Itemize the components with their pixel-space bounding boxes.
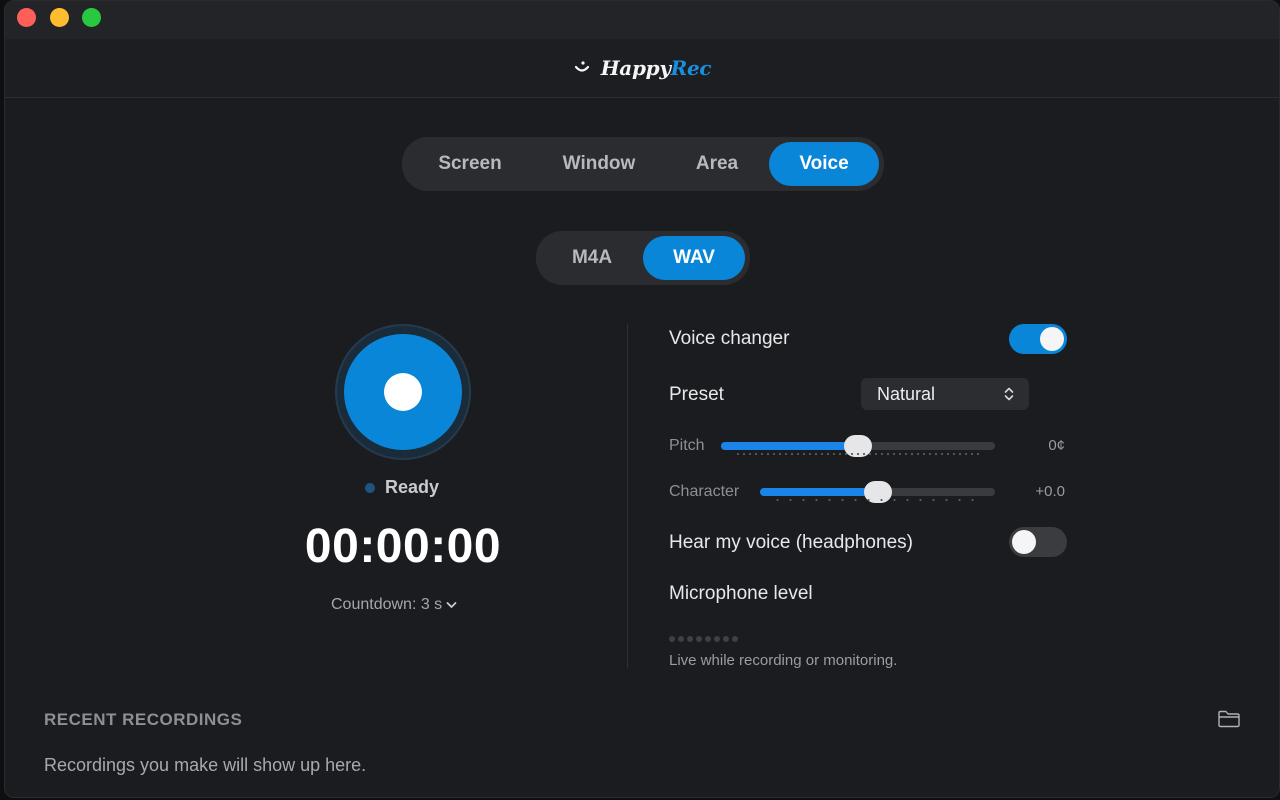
- pitch-value: 0¢: [1048, 437, 1065, 454]
- pitch-slider-fill: [721, 442, 858, 450]
- app-name-part2: Rec: [670, 56, 712, 80]
- app-name-part1: Happy: [600, 56, 671, 80]
- pitch-slider[interactable]: [721, 435, 995, 457]
- tab-voice[interactable]: Voice: [769, 142, 879, 186]
- pitch-slider-ticks: [735, 453, 983, 455]
- recent-recordings-empty-message: Recordings you make will show up here.: [44, 755, 367, 775]
- tab-area[interactable]: Area: [665, 142, 769, 186]
- meter-dot: [723, 636, 729, 642]
- microphone-level-meter: [669, 636, 738, 642]
- microphone-hint: Live while recording or monitoring.: [669, 652, 898, 669]
- panel-divider: [627, 324, 628, 668]
- capture-mode-selector: Screen Window Area Voice: [402, 137, 884, 191]
- recorder-status: Ready: [365, 477, 439, 498]
- record-button-ring: [335, 324, 471, 460]
- meter-dot: [732, 636, 738, 642]
- meter-dot: [669, 636, 675, 642]
- app-header: HappyRec: [5, 39, 1279, 98]
- close-window-button[interactable]: [17, 8, 36, 27]
- preset-label: Preset: [669, 384, 724, 405]
- preset-select[interactable]: Natural: [861, 378, 1029, 410]
- preset-value: Natural: [877, 383, 936, 404]
- format-selector: M4A WAV: [536, 231, 750, 285]
- app-logo: HappyRec: [573, 56, 712, 80]
- up-down-chevron-icon: [1004, 387, 1014, 401]
- microphone-level-label: Microphone level: [669, 583, 813, 604]
- character-value: +0.0: [1035, 483, 1065, 500]
- format-wav-button[interactable]: WAV: [643, 236, 745, 280]
- smile-logo-icon: [574, 61, 589, 72]
- recent-recordings-heading: RECENT RECORDINGS: [44, 710, 243, 729]
- maximize-window-button[interactable]: [82, 8, 101, 27]
- folder-icon[interactable]: [1217, 709, 1241, 729]
- character-slider[interactable]: [760, 481, 995, 503]
- app-window: HappyRec Screen Window Area Voice M4A WA…: [4, 0, 1280, 798]
- countdown-dropdown[interactable]: Countdown: 3 s: [331, 596, 457, 614]
- toggle-knob: [1012, 530, 1036, 554]
- recording-timer: 00:00:00: [304, 520, 502, 573]
- tab-window[interactable]: Window: [533, 142, 665, 186]
- record-dot-icon: [384, 373, 422, 411]
- character-label: Character: [669, 483, 740, 500]
- format-m4a-button[interactable]: M4A: [541, 236, 643, 280]
- hear-my-voice-toggle[interactable]: [1009, 527, 1067, 557]
- title-bar: [5, 1, 1279, 39]
- character-slider-fill: [760, 488, 878, 496]
- pitch-label: Pitch: [669, 437, 705, 454]
- toggle-knob: [1040, 327, 1064, 351]
- meter-dot: [696, 636, 702, 642]
- status-dot-icon: [365, 482, 375, 493]
- character-slider-ticks: [771, 499, 983, 501]
- voice-changer-label: Voice changer: [669, 328, 790, 349]
- status-text: Ready: [385, 477, 440, 497]
- meter-dot: [714, 636, 720, 642]
- record-button[interactable]: [344, 334, 462, 450]
- tab-screen[interactable]: Screen: [407, 142, 533, 186]
- meter-dot: [678, 636, 684, 642]
- meter-dot: [705, 636, 711, 642]
- minimize-window-button[interactable]: [50, 8, 69, 27]
- voice-changer-toggle[interactable]: [1009, 324, 1067, 354]
- countdown-label: Countdown: 3 s: [331, 596, 443, 613]
- hear-my-voice-label: Hear my voice (headphones): [669, 532, 913, 553]
- chevron-down-icon: [446, 602, 457, 608]
- meter-dot: [687, 636, 693, 642]
